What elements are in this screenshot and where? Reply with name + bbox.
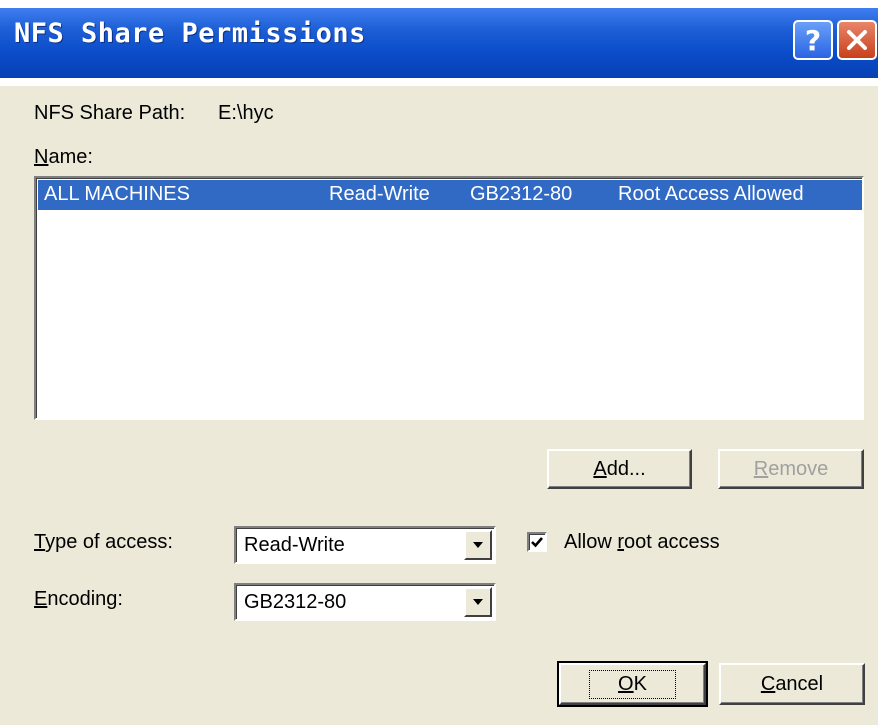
remove-label: emove (768, 457, 829, 480)
nfs-share-permissions-dialog: NFS Share Permissions ? NFS Share Path: … (0, 0, 878, 725)
help-button[interactable]: ? (793, 20, 833, 60)
encoding-mnemonic: E (34, 588, 48, 610)
remove-mnemonic: R (753, 457, 769, 480)
checkmark-icon (531, 537, 543, 548)
title-bar[interactable]: NFS Share Permissions ? (0, 0, 878, 86)
row-machine-name: ALL MACHINES (44, 183, 190, 205)
cancel-button[interactable]: Cancel (719, 663, 865, 705)
close-icon (847, 30, 867, 50)
window-title: NFS Share Permissions (14, 18, 366, 49)
type-of-access-value: Read-Write (244, 534, 345, 556)
row-access: Read-Write (329, 183, 430, 205)
name-label-mnemonic: N (34, 146, 49, 168)
cancel-mnemonic: C (760, 672, 776, 695)
encoding-dropdown-button[interactable] (464, 587, 492, 617)
type-of-access-dropdown-button[interactable] (464, 530, 492, 560)
cancel-label: ancel (775, 672, 824, 695)
allow-root-access-checkbox[interactable] (527, 532, 547, 552)
row-encoding: GB2312-80 (470, 183, 573, 205)
type-of-access-text: ype of access: (45, 531, 173, 553)
name-label-text: ame: (48, 146, 93, 168)
add-label: dd... (606, 457, 646, 480)
help-icon: ? (804, 23, 822, 57)
ok-label: K (633, 672, 647, 695)
chevron-down-icon (473, 542, 483, 548)
name-label: Name: (34, 146, 93, 169)
close-button[interactable] (837, 20, 877, 60)
allow-root-text: oot access (624, 531, 720, 553)
row-root-access: Root Access Allowed (618, 183, 804, 205)
allow-root-text-pre: Allow (564, 531, 618, 553)
encoding-text: ncoding: (47, 588, 123, 610)
allow-root-access-label[interactable]: Allow root access (564, 531, 720, 554)
remove-button[interactable]: Remove (718, 449, 864, 489)
ok-mnemonic: O (618, 672, 634, 695)
share-path-value: E:\hyc (218, 102, 274, 124)
type-of-access-select[interactable]: Read-Write (234, 526, 496, 564)
add-button[interactable]: Add... (547, 449, 692, 489)
list-item[interactable]: ALL MACHINES Read-Write GB2312-80 Root A… (38, 180, 862, 210)
chevron-down-icon (473, 599, 483, 605)
encoding-label: Encoding: (34, 588, 123, 611)
name-listbox[interactable]: ALL MACHINES Read-Write GB2312-80 Root A… (34, 176, 864, 420)
encoding-select[interactable]: GB2312-80 (234, 583, 496, 621)
ok-focus-rect: OK (589, 669, 676, 699)
share-path-label: NFS Share Path: (34, 102, 186, 124)
ok-button[interactable]: OK (557, 661, 708, 707)
type-of-access-mnemonic: T (34, 531, 46, 553)
add-mnemonic: A (593, 457, 607, 480)
type-of-access-label: Type of access: (34, 531, 173, 554)
encoding-value: GB2312-80 (244, 591, 347, 613)
